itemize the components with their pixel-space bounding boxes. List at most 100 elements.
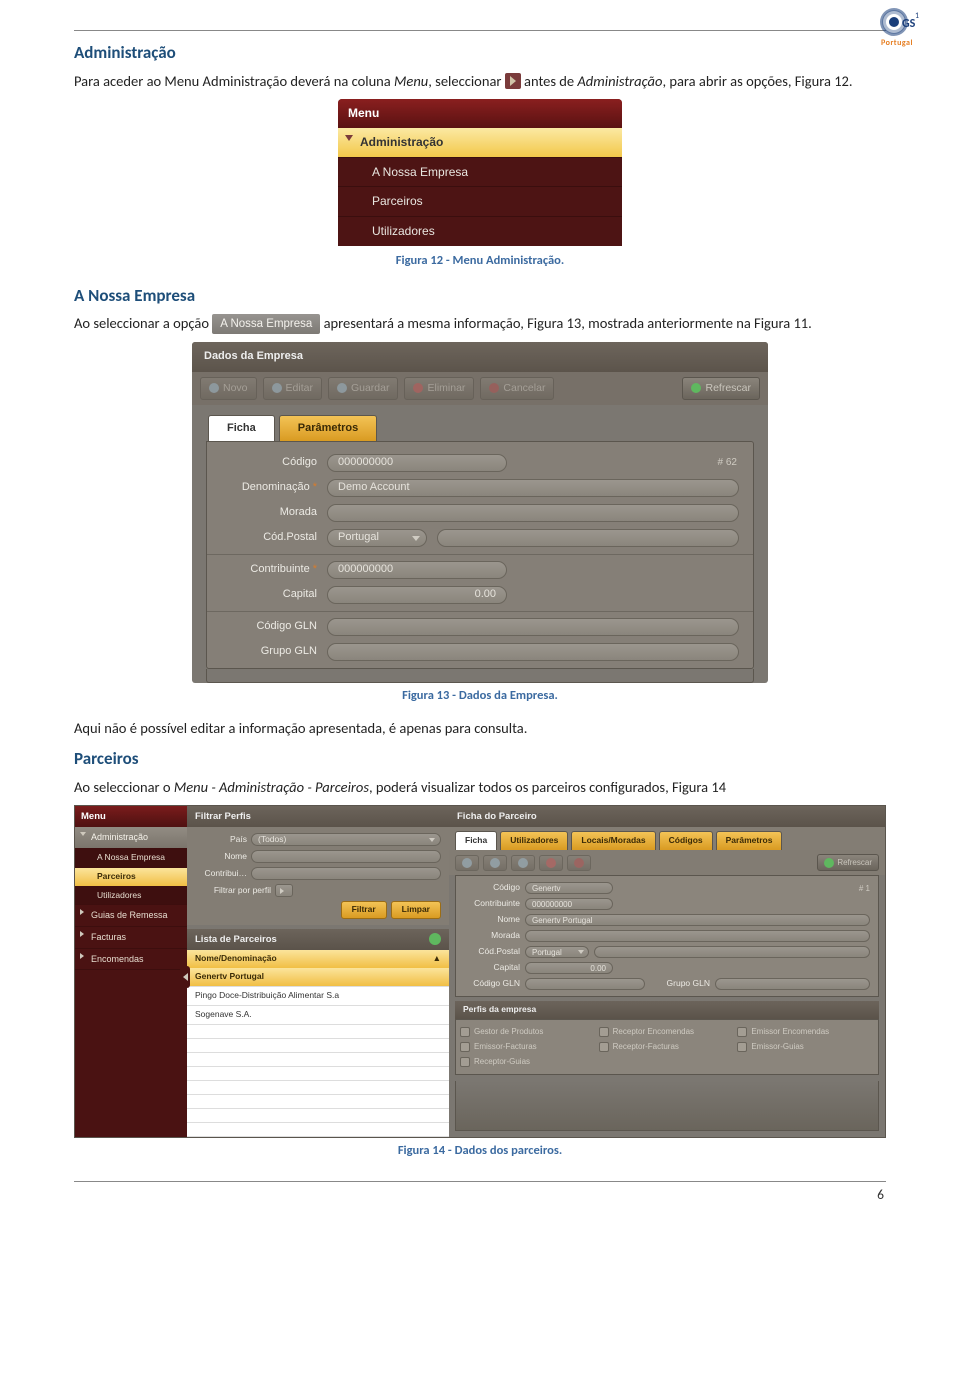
ficha-title: Ficha do Parceiro	[449, 806, 885, 827]
panel-title: Dados da Empresa	[192, 342, 768, 371]
toolbar-editar-button[interactable]: Editar	[263, 377, 322, 400]
menu-item-a-nossa-empresa[interactable]: A Nossa Empresa	[338, 157, 622, 187]
rlabel-morada: Morada	[464, 930, 520, 942]
section-heading-anossa: A Nossa Empresa	[74, 284, 886, 308]
save-icon	[518, 858, 528, 868]
collapse-sidebar-button[interactable]	[180, 966, 190, 988]
leftmenu-a-nossa-empresa[interactable]: A Nossa Empresa	[75, 849, 187, 868]
field-capital[interactable]: 0.00	[327, 586, 507, 604]
filter-perfil-toggle[interactable]	[275, 884, 293, 897]
rfield-codgln[interactable]	[525, 978, 645, 990]
leftmenu-facturas[interactable]: Facturas	[75, 927, 187, 949]
rlabel-capital: Capital	[464, 962, 520, 974]
rfield-morada[interactable]	[525, 930, 870, 942]
toolbar-guardar-button[interactable]: Guardar	[328, 377, 399, 400]
toolbar-eliminar-button[interactable]: Eliminar	[404, 377, 474, 400]
rfield-contrib[interactable]: 000000000	[525, 898, 613, 910]
edit-icon	[490, 858, 500, 868]
perfil-checkbox[interactable]: Receptor-Facturas	[599, 1041, 736, 1052]
label-codigo: Código	[221, 455, 317, 470]
delete-icon	[546, 858, 556, 868]
tab-ficha[interactable]: Ficha	[208, 415, 275, 441]
paragraph-admin: Para aceder ao Menu Administração deverá…	[74, 71, 886, 91]
filter-nome-input[interactable]	[251, 850, 441, 863]
toolbar: Novo Editar Guardar Eliminar Cancelar Re…	[192, 372, 768, 405]
delete-icon	[413, 383, 423, 393]
list-row[interactable]: Sogenave S.A.	[187, 1006, 449, 1025]
label-grupo-gln: Grupo GLN	[221, 644, 317, 659]
list-row[interactable]: Pingo Doce-Distribuição Alimentar S.a	[187, 987, 449, 1006]
rtab-ficha[interactable]: Ficha	[455, 831, 497, 850]
rtab-codigos[interactable]: Códigos	[659, 831, 713, 850]
perfil-checkbox[interactable]: Emissor-Facturas	[460, 1041, 597, 1052]
rfield-codigo[interactable]: Genertv	[525, 882, 613, 894]
rtoolbar-editar[interactable]	[483, 855, 507, 871]
perfil-checkbox[interactable]: Receptor Encomendas	[599, 1026, 736, 1037]
rtab-locais[interactable]: Locais/Moradas	[571, 831, 655, 850]
filter-filtrar-button[interactable]: Filtrar	[341, 901, 387, 919]
tab-parametros[interactable]: Parâmetros	[279, 415, 378, 441]
label-capital: Capital	[221, 587, 317, 602]
filter-limpar-button[interactable]: Limpar	[391, 901, 441, 919]
rtoolbar-refrescar[interactable]: Refrescar	[817, 854, 879, 871]
rfield-grupogln[interactable]	[715, 978, 870, 990]
field-denominacao[interactable]: Demo Account	[327, 479, 739, 497]
field-codigo[interactable]: 000000000	[327, 454, 507, 472]
footer-rule	[74, 1181, 886, 1182]
perfil-checkbox[interactable]: Gestor de Produtos	[460, 1026, 597, 1037]
perfis-grid: Gestor de Produtos Receptor Encomendas E…	[455, 1019, 879, 1075]
menu-item-administracao[interactable]: Administração	[338, 128, 622, 157]
rtoolbar-novo[interactable]	[455, 855, 479, 871]
filter-label-pais: País	[195, 834, 247, 846]
field-morada[interactable]	[327, 504, 739, 522]
filter-pais-select[interactable]: (Todos)	[251, 833, 441, 846]
rtab-parametros[interactable]: Parâmetros	[716, 831, 783, 850]
filter-contrib-input[interactable]	[251, 867, 441, 880]
field-contribuinte[interactable]: 000000000	[327, 561, 507, 579]
leftmenu-administracao[interactable]: Administração	[75, 827, 187, 849]
rlabel-codgln: Código GLN	[464, 978, 520, 990]
paragraph-parceiros: Ao seleccionar o Menu - Administração - …	[74, 777, 886, 797]
toolbar-refrescar-button[interactable]: Refrescar	[682, 377, 760, 400]
rtoolbar-cancelar[interactable]	[567, 855, 591, 871]
r-record-index: # 1	[859, 883, 870, 894]
field-codigo-gln[interactable]	[327, 618, 739, 636]
figure-caption-12: Figura 12 - Menu Administração.	[74, 252, 886, 270]
leftmenu-guias[interactable]: Guias de Remessa	[75, 905, 187, 927]
screenshot-menu-administracao: Menu Administração A Nossa Empresa Parce…	[338, 99, 622, 246]
perfil-checkbox[interactable]: Receptor-Guias	[460, 1056, 597, 1067]
rlabel-grupogln: Grupo GLN	[650, 978, 710, 990]
leftmenu-parceiros[interactable]: Parceiros	[75, 868, 187, 887]
logo-gs1: GS 1 Portugal	[874, 6, 920, 49]
filter-label-perfil: Filtrar por perfil	[195, 885, 271, 897]
rfield-nome[interactable]: Genertv Portugal	[525, 914, 870, 926]
menu-header: Menu	[338, 99, 622, 128]
perfil-checkbox[interactable]: Emissor-Guias	[737, 1041, 874, 1052]
label-codigo-gln: Código GLN	[221, 619, 317, 634]
list-row[interactable]: Genertv Portugal	[187, 968, 449, 987]
svg-text:GS: GS	[902, 17, 916, 31]
paragraph-anossa: Ao seleccionar a opção A Nossa Empresa a…	[74, 313, 886, 334]
toolbar-cancelar-button[interactable]: Cancelar	[480, 377, 554, 400]
toolbar-novo-button[interactable]: Novo	[200, 377, 257, 400]
rtab-utilizadores[interactable]: Utilizadores	[500, 831, 568, 850]
rlabel-codpostal: Cód.Postal	[464, 946, 520, 958]
list-column-header[interactable]: Nome/Denominação▲	[187, 950, 449, 968]
menu-item-utilizadores[interactable]: Utilizadores	[338, 216, 622, 246]
menu-item-parceiros[interactable]: Parceiros	[338, 186, 622, 216]
section-heading-admin: Administração	[74, 41, 886, 65]
rtoolbar-eliminar[interactable]	[539, 855, 563, 871]
new-icon	[462, 858, 472, 868]
perfil-checkbox[interactable]: Emissor Encomendas	[737, 1026, 874, 1037]
field-codpostal-text[interactable]	[437, 529, 739, 547]
leftmenu-utilizadores[interactable]: Utilizadores	[75, 887, 187, 906]
field-codpostal-select[interactable]: Portugal	[327, 529, 427, 547]
rfield-codpostal-text[interactable]	[594, 946, 870, 958]
refresh-list-icon[interactable]	[429, 933, 441, 945]
rtoolbar-guardar[interactable]	[511, 855, 535, 871]
rfield-capital[interactable]: 0.00	[525, 962, 613, 974]
label-morada: Morada	[221, 505, 317, 520]
field-grupo-gln[interactable]	[327, 643, 739, 661]
rfield-codpostal-select[interactable]: Portugal	[525, 946, 589, 958]
leftmenu-encomendas[interactable]: Encomendas	[75, 949, 187, 971]
